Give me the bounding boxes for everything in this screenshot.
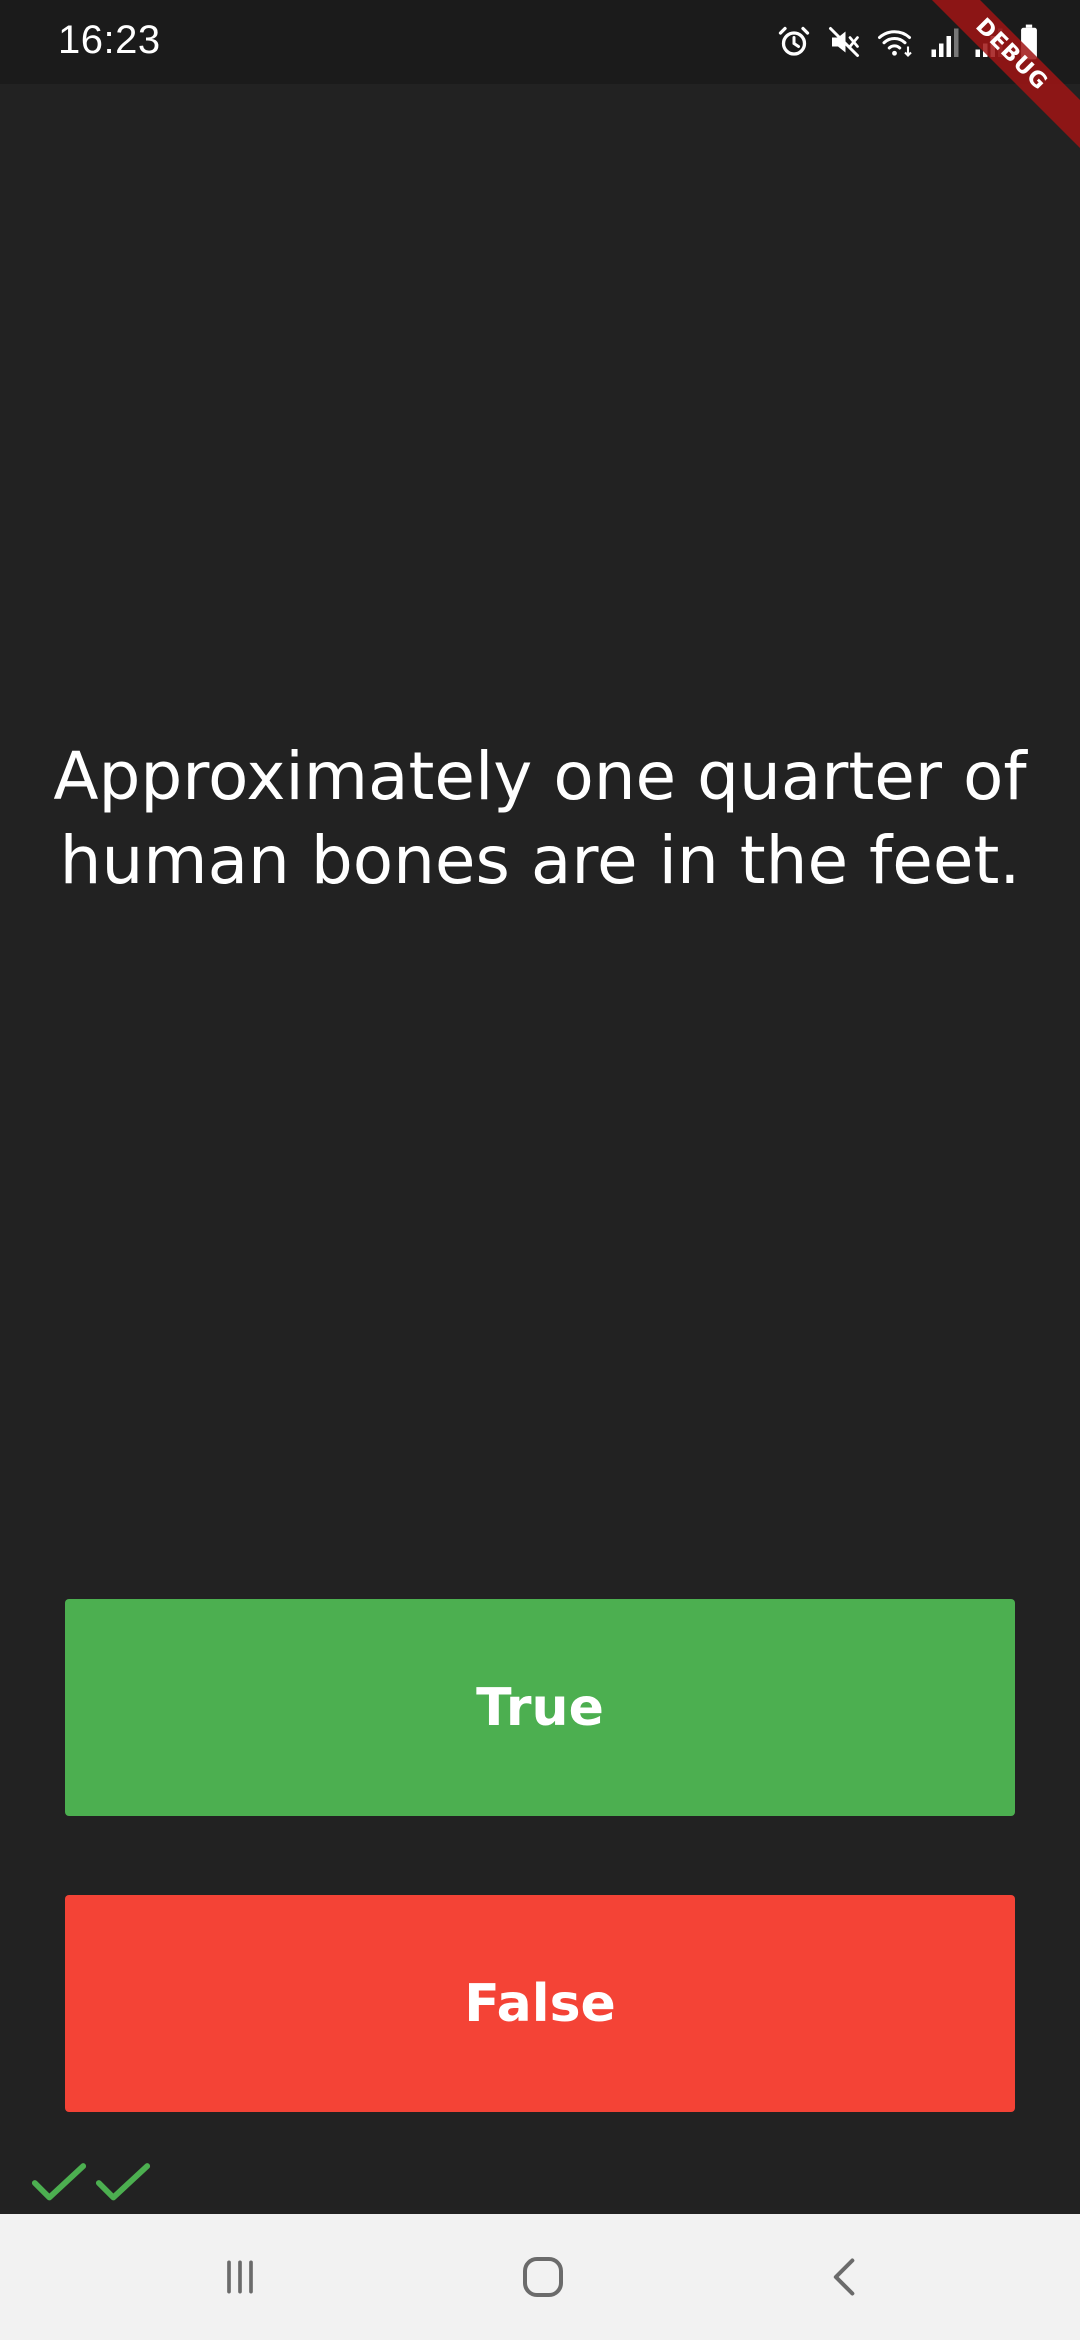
status-time: 16:23: [58, 18, 161, 62]
status-bar: 16:23: [0, 0, 1080, 84]
wifi-icon: [878, 30, 912, 57]
mute-icon: [829, 27, 859, 57]
back-button[interactable]: [805, 2242, 885, 2312]
true-button-label: True: [476, 1677, 604, 1738]
home-icon: [523, 2257, 563, 2297]
alarm-icon: [778, 26, 810, 56]
signal-icon: [975, 28, 1003, 57]
check-icon: [95, 2163, 151, 2201]
question-text: Approximately one quarter of human bones…: [53, 738, 1027, 899]
recent-apps-button[interactable]: [200, 2242, 280, 2312]
false-button[interactable]: False: [65, 1895, 1015, 2112]
false-button-label: False: [464, 1973, 616, 2034]
navigation-bar: [0, 2214, 1080, 2340]
battery-icon: [1021, 24, 1037, 60]
home-button[interactable]: [503, 2242, 583, 2312]
quiz-screen: 16:23 DEBUG Approximately one quarter of…: [0, 0, 1080, 2340]
signal-icon: [931, 28, 959, 57]
check-icon: [31, 2163, 87, 2201]
true-button[interactable]: True: [65, 1599, 1015, 1816]
status-icons: [776, 20, 1040, 64]
score-keeper: [30, 2158, 152, 2208]
recent-apps-icon: [227, 2260, 253, 2294]
back-icon: [833, 2258, 855, 2296]
